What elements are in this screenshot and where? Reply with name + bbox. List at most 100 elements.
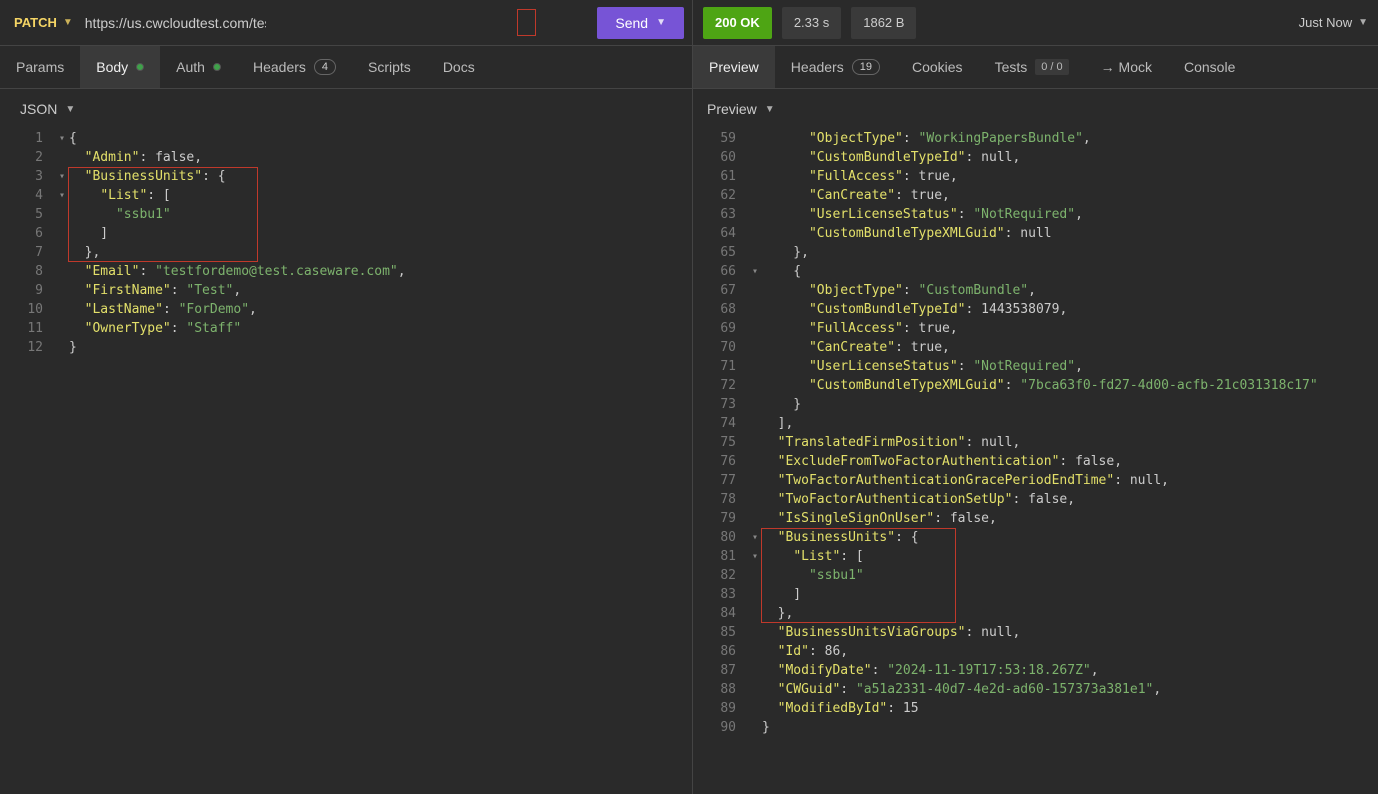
http-method-selector[interactable]: PATCH ▼ bbox=[8, 9, 79, 36]
code-content: } bbox=[762, 395, 801, 414]
body-type-dropdown[interactable]: JSON ▼ bbox=[20, 101, 75, 117]
fold-arrow-icon[interactable]: ▾ bbox=[55, 186, 69, 205]
line-number: 60 bbox=[693, 148, 748, 167]
send-button[interactable]: Send ▼ bbox=[597, 7, 684, 39]
code-content: "CanCreate": true, bbox=[762, 338, 950, 357]
tab-label: Console bbox=[1184, 59, 1235, 75]
tab--mock[interactable]: → Mock bbox=[1085, 46, 1168, 88]
code-content: "FullAccess": true, bbox=[762, 319, 958, 338]
fold-arrow-icon[interactable]: ▾ bbox=[55, 129, 69, 148]
preview-type-dropdown[interactable]: Preview ▼ bbox=[707, 101, 775, 117]
code-content: "List": [ bbox=[69, 186, 171, 205]
fold-arrow-icon bbox=[748, 680, 762, 699]
fold-arrow-icon bbox=[748, 661, 762, 680]
line-number: 84 bbox=[693, 604, 748, 623]
preview-type-label: Preview bbox=[707, 101, 757, 117]
tab-headers[interactable]: Headers4 bbox=[237, 46, 352, 88]
code-line: 11 "OwnerType": "Staff" bbox=[0, 319, 692, 338]
request-body-editor[interactable]: 1▾{2 "Admin": false,3▾ "BusinessUnits": … bbox=[0, 129, 692, 357]
code-line: 68 "CustomBundleTypeId": 1443538079, bbox=[693, 300, 1378, 319]
code-line: 2 "Admin": false, bbox=[0, 148, 692, 167]
line-number: 62 bbox=[693, 186, 748, 205]
code-content: "TranslatedFirmPosition": null, bbox=[762, 433, 1020, 452]
code-content: ] bbox=[69, 224, 108, 243]
tab-label: Docs bbox=[443, 59, 475, 75]
code-content: "FirstName": "Test", bbox=[69, 281, 241, 300]
fold-arrow-icon bbox=[748, 585, 762, 604]
fold-arrow-icon[interactable]: ▾ bbox=[55, 167, 69, 186]
code-line: 71 "UserLicenseStatus": "NotRequired", bbox=[693, 357, 1378, 376]
line-number: 68 bbox=[693, 300, 748, 319]
fold-arrow-icon bbox=[748, 281, 762, 300]
history-dropdown[interactable]: Just Now ▼ bbox=[1299, 15, 1368, 30]
line-number: 87 bbox=[693, 661, 748, 680]
active-dot-icon bbox=[213, 63, 221, 71]
line-number: 7 bbox=[0, 243, 55, 262]
chevron-down-icon: ▼ bbox=[765, 104, 775, 115]
code-content: "ObjectType": "WorkingPapersBundle", bbox=[762, 129, 1091, 148]
code-content: "TwoFactorAuthenticationGracePeriodEndTi… bbox=[762, 471, 1169, 490]
line-number: 5 bbox=[0, 205, 55, 224]
fold-arrow-icon bbox=[748, 471, 762, 490]
tab-params[interactable]: Params bbox=[0, 46, 80, 88]
fold-arrow-icon bbox=[55, 262, 69, 281]
tab-auth[interactable]: Auth bbox=[160, 46, 237, 88]
code-line: 76 "ExcludeFromTwoFactorAuthentication":… bbox=[693, 452, 1378, 471]
tab-headers[interactable]: Headers19 bbox=[775, 46, 896, 88]
line-number: 77 bbox=[693, 471, 748, 490]
code-line: 79 "IsSingleSignOnUser": false, bbox=[693, 509, 1378, 528]
line-number: 71 bbox=[693, 357, 748, 376]
fold-arrow-icon bbox=[55, 281, 69, 300]
code-line: 89 "ModifiedById": 15 bbox=[693, 699, 1378, 718]
tab-scripts[interactable]: Scripts bbox=[352, 46, 427, 88]
fold-arrow-icon bbox=[748, 490, 762, 509]
tab-label: Cookies bbox=[912, 59, 963, 75]
tab-tests[interactable]: Tests0 / 0 bbox=[979, 46, 1085, 88]
code-line: 60 "CustomBundleTypeId": null, bbox=[693, 148, 1378, 167]
line-number: 69 bbox=[693, 319, 748, 338]
line-number: 1 bbox=[0, 129, 55, 148]
response-body-viewer[interactable]: 59 "ObjectType": "WorkingPapersBundle",6… bbox=[693, 129, 1378, 737]
line-number: 86 bbox=[693, 642, 748, 661]
code-content: }, bbox=[762, 243, 809, 262]
fold-arrow-icon[interactable]: ▾ bbox=[748, 262, 762, 281]
tab-body[interactable]: Body bbox=[80, 46, 160, 88]
fold-arrow-icon[interactable]: ▾ bbox=[748, 547, 762, 566]
size-badge: 1862 B bbox=[851, 7, 916, 39]
elapsed-label: Just Now bbox=[1299, 15, 1352, 30]
line-number: 83 bbox=[693, 585, 748, 604]
code-line: 65 }, bbox=[693, 243, 1378, 262]
line-number: 73 bbox=[693, 395, 748, 414]
line-number: 6 bbox=[0, 224, 55, 243]
fold-arrow-icon bbox=[748, 395, 762, 414]
line-number: 63 bbox=[693, 205, 748, 224]
fold-arrow-icon bbox=[748, 319, 762, 338]
line-number: 74 bbox=[693, 414, 748, 433]
tab-docs[interactable]: Docs bbox=[427, 46, 491, 88]
url-input[interactable] bbox=[85, 7, 266, 39]
code-line: 66▾ { bbox=[693, 262, 1378, 281]
tab-label: Headers bbox=[253, 59, 306, 75]
code-content: { bbox=[69, 129, 77, 148]
line-number: 79 bbox=[693, 509, 748, 528]
code-content: }, bbox=[69, 243, 100, 262]
fold-arrow-icon bbox=[748, 452, 762, 471]
fold-arrow-icon bbox=[748, 433, 762, 452]
code-line: 5 "ssbu1" bbox=[0, 205, 692, 224]
line-number: 70 bbox=[693, 338, 748, 357]
tab-console[interactable]: Console bbox=[1168, 46, 1251, 88]
code-line: 4▾ "List": [ bbox=[0, 186, 692, 205]
tab-cookies[interactable]: Cookies bbox=[896, 46, 979, 88]
line-number: 89 bbox=[693, 699, 748, 718]
code-line: 70 "CanCreate": true, bbox=[693, 338, 1378, 357]
tab-label: Auth bbox=[176, 59, 205, 75]
fold-arrow-icon[interactable]: ▾ bbox=[748, 528, 762, 547]
fold-arrow-icon bbox=[748, 376, 762, 395]
code-line: 7 }, bbox=[0, 243, 692, 262]
fold-arrow-icon bbox=[748, 718, 762, 737]
fold-arrow-icon bbox=[748, 699, 762, 718]
tab-preview[interactable]: Preview bbox=[693, 46, 775, 88]
fold-arrow-icon bbox=[748, 414, 762, 433]
code-content: "List": [ bbox=[762, 547, 864, 566]
code-line: 74 ], bbox=[693, 414, 1378, 433]
